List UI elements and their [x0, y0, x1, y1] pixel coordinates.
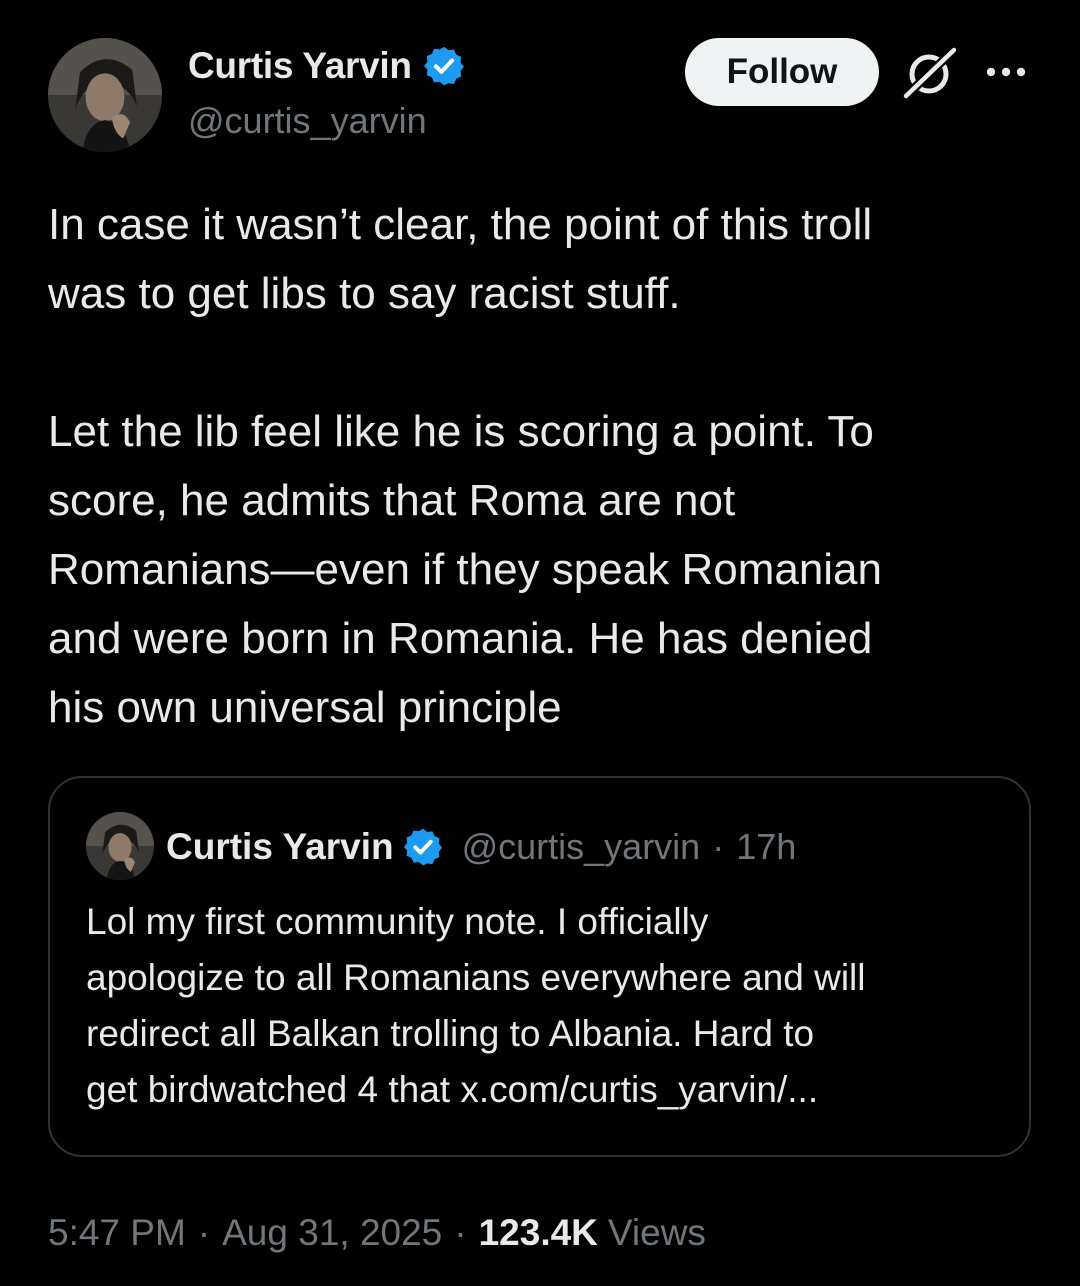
tweet-line: Let the lib feel like he is scoring a po…	[48, 407, 874, 456]
quoted-line: Lol my first community note. I officiall…	[86, 901, 709, 942]
separator-dot: ·	[712, 826, 725, 867]
tweet-line: Romanians—even if they speak Romanian	[48, 545, 883, 594]
separator-dot: ·	[197, 1212, 211, 1253]
verified-badge-icon[interactable]	[422, 44, 466, 88]
tweet-line: was to get libs to say racist stuff.	[48, 269, 681, 318]
more-options-icon[interactable]	[984, 62, 1028, 82]
quoted-tweet-card[interactable]: Curtis Yarvin @curtis_yarvin · 17h Lol m…	[48, 776, 1031, 1157]
quoted-line: apologize to all Romanians everywhere an…	[86, 957, 866, 998]
tweet-line: his own universal principle	[48, 683, 562, 732]
tweet-line: score, he admits that Roma are not	[48, 476, 736, 525]
quoted-tweet-text: Lol my first community note. I officiall…	[86, 894, 1016, 1118]
avatar-photo-icon	[86, 812, 154, 880]
tweet-detail: Curtis Yarvin @curtis_yarvin Follow In c…	[0, 0, 1080, 1286]
quoted-author-avatar[interactable]	[86, 812, 154, 880]
tweet-meta: 5:47 PM · Aug 31, 2025 · 123.4K Views	[48, 1205, 706, 1261]
author-avatar[interactable]	[48, 38, 162, 152]
follow-button[interactable]: Follow	[685, 38, 879, 106]
tweet-text: In case it wasn’t clear, the point of th…	[48, 190, 1038, 742]
grok-icon[interactable]	[898, 44, 960, 102]
author-handle[interactable]: @curtis_yarvin	[188, 100, 427, 142]
quoted-line: get birdwatched 4 that x.com/curtis_yarv…	[86, 1069, 819, 1110]
quoted-author-handle[interactable]: @curtis_yarvin	[462, 826, 701, 868]
post-date[interactable]: Aug 31, 2025	[222, 1212, 442, 1254]
verified-badge-icon	[403, 828, 442, 866]
quoted-author-name[interactable]: Curtis Yarvin	[166, 826, 394, 868]
author-display-name[interactable]: Curtis Yarvin	[188, 45, 412, 87]
author-name-row: Curtis Yarvin	[188, 40, 466, 92]
quoted-line: redirect all Balkan trolling to Albania.…	[86, 1013, 815, 1054]
views-count[interactable]: 123.4K	[479, 1212, 598, 1254]
avatar-photo-icon	[48, 38, 162, 152]
views-label: Views	[607, 1212, 706, 1253]
quoted-timestamp[interactable]: 17h	[736, 826, 796, 868]
post-time[interactable]: 5:47 PM	[48, 1212, 186, 1254]
tweet-line: In case it wasn’t clear, the point of th…	[48, 200, 873, 249]
quoted-header: Curtis Yarvin @curtis_yarvin · 17h	[166, 822, 796, 872]
separator-dot: ·	[454, 1212, 467, 1253]
tweet-line: and were born in Romania. He has denied	[48, 614, 873, 663]
